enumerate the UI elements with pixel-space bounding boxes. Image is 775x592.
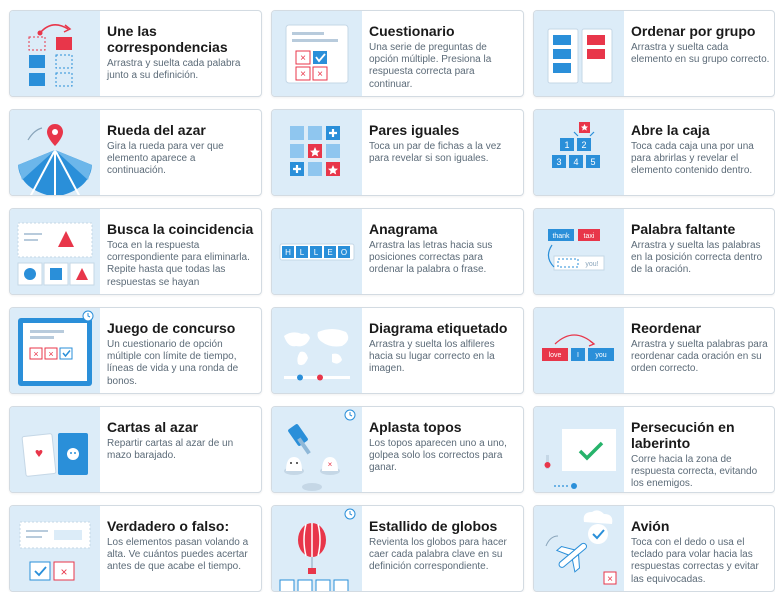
template-card-reordenar[interactable]: love I you Reordenar Arrastra y suelta p… [533,307,775,394]
svg-text:×: × [300,69,306,80]
anagram-letter: O [341,248,347,257]
template-card-anagrama[interactable]: H L L E O Anagrama Arrastra las letras h… [271,208,524,295]
template-description: Una serie de preguntas de opción múltipl… [369,42,492,90]
template-card-verdadero[interactable]: × Verdadero o falso: Los elementos pasan… [9,505,262,592]
template-title: Ordenar por grupo [631,23,756,39]
anagram-letter: E [327,248,332,257]
missing-word-chip: thank [552,233,570,240]
find-match-icon [10,209,100,294]
svg-text:×: × [328,460,333,469]
template-title: Juego de concurso [107,320,236,336]
template-title: Abre la caja [631,122,710,138]
template-description: Toca cada caja una por una para abrirlas… [631,141,754,177]
maze-chase-icon [534,407,624,492]
svg-text:×: × [300,53,306,64]
missing-word-icon: thank taxi you! [534,209,624,294]
template-description: Gira la rueda para ver que elemento apar… [107,141,224,177]
template-card-cuestionario[interactable]: × × × Cuestionario Una serie de pregunta… [271,10,524,97]
template-description: Arrastra las letras hacia sus posiciones… [369,240,493,276]
true-false-icon: × [10,506,100,591]
template-title: Diagrama etiquetado [369,320,508,336]
template-description: Corre hacia la zona de respuesta correct… [631,454,758,490]
svg-text:2: 2 [581,140,586,150]
spin-wheel-icon [10,110,100,195]
template-description: Arrastra y suelta las palabras en la pos… [631,240,763,276]
template-title: Rueda del azar [107,122,206,138]
template-title: Verdadero o falso: [107,518,230,534]
template-title: Palabra faltante [631,221,736,237]
template-card-busca[interactable]: Busca la coincidencia Toca en la respues… [9,208,262,295]
template-title: Estallido de globos [369,518,498,534]
group-sort-icon [534,11,624,96]
template-description: Toca un par de fichas a la vez para reve… [369,141,502,165]
template-title: Anagrama [369,221,438,237]
svg-text:×: × [607,574,613,585]
template-description: Un cuestionario de opción múltiple con l… [107,339,239,387]
match-pairs-icon [10,11,100,96]
anagram-letter: L [300,248,305,257]
template-card-ordenar[interactable]: Ordenar por grupo Arrastra y suelta cada… [533,10,775,97]
template-card-avion[interactable]: × Avión Toca con el dedo o usa el teclad… [533,505,775,592]
svg-text:×: × [317,69,323,80]
template-title: Reordenar [631,320,702,336]
matching-tiles-icon [272,110,362,195]
template-title: Cartas al azar [107,419,199,435]
balloon-pop-icon [272,506,362,591]
template-description: Los topos aparecen uno a uno, golpea sol… [369,438,507,474]
template-title: Une las correspondencias [107,23,228,55]
anagram-icon: H L L E O [272,209,362,294]
svg-text:5: 5 [590,157,595,167]
template-card-rueda[interactable]: Rueda del azar Gira la rueda para ver qu… [9,109,262,196]
template-card-diagrama[interactable]: Diagrama etiquetado Arrastra y suelta lo… [271,307,524,394]
svg-text:×: × [48,349,53,359]
template-card-globos[interactable]: Estallido de globos Revienta los globos … [271,505,524,592]
template-title: Persecución en laberinto [631,419,735,451]
template-description: Arrastra y suelta palabras para reordena… [631,339,768,375]
template-description: Revienta los globos para hacer caer cada… [369,537,507,573]
svg-text:4: 4 [573,157,578,167]
open-box-icon: 1 2 3 4 5 [534,110,624,195]
template-card-juego[interactable]: × × Juego de concurso Un cuestionario de… [9,307,262,394]
template-card-topos[interactable]: × Aplasta topos Los topos aparecen uno a… [271,406,524,493]
unjumble-word-chip: love [549,352,562,359]
template-card-pares[interactable]: Pares iguales Toca un par de fichas a la… [271,109,524,196]
template-description: Toca en la respuesta correspondiente par… [107,240,250,288]
template-card-une[interactable]: Une las correspondencias Arrastra y suel… [9,10,262,97]
unjumble-word-chip: I [577,352,579,359]
template-description: Los elementos pasan volando a alta. Ve c… [107,537,249,573]
labelled-diagram-icon [272,308,362,393]
template-description: Repartir cartas al azar de un mazo baraj… [107,438,234,462]
unjumble-word-chip: you [595,352,606,359]
template-description: Arrastra y suelta cada elemento en su gr… [631,42,770,66]
template-card-laberinto[interactable]: Persecución en laberinto Corre hacia la … [533,406,775,493]
svg-text:×: × [33,349,38,359]
unjumble-icon: love I you [534,308,624,393]
template-title: Avión [631,518,670,534]
template-card-cartas[interactable]: Cartas al azar Repartir cartas al azar d… [9,406,262,493]
anagram-letter: L [314,248,319,257]
svg-text:1: 1 [564,140,569,150]
template-description: Toca con el dedo o usa el teclado para v… [631,537,759,585]
svg-text:×: × [60,565,67,579]
template-description: Arrastra y suelta los alfileres hacia su… [369,339,495,375]
anagram-letter: H [285,248,291,257]
svg-text:3: 3 [556,157,561,167]
template-description: Arrastra y suelta cada palabra junto a s… [107,58,241,82]
template-card-palabra[interactable]: thank taxi you! Palabra faltante Arrastr… [533,208,775,295]
airplane-icon: × [534,506,624,591]
missing-word-chip: you! [585,261,598,268]
missing-word-chip: taxi [584,233,595,240]
template-title: Cuestionario [369,23,455,39]
quiz-icon: × × × [272,11,362,96]
gameshow-icon: × × [10,308,100,393]
template-card-caja[interactable]: 1 2 3 4 5 Abre la caja Toca cada caja un… [533,109,775,196]
random-cards-icon [10,407,100,492]
whack-a-mole-icon: × [272,407,362,492]
template-title: Aplasta topos [369,419,462,435]
template-title: Pares iguales [369,122,460,138]
template-title: Busca la coincidencia [107,221,254,237]
